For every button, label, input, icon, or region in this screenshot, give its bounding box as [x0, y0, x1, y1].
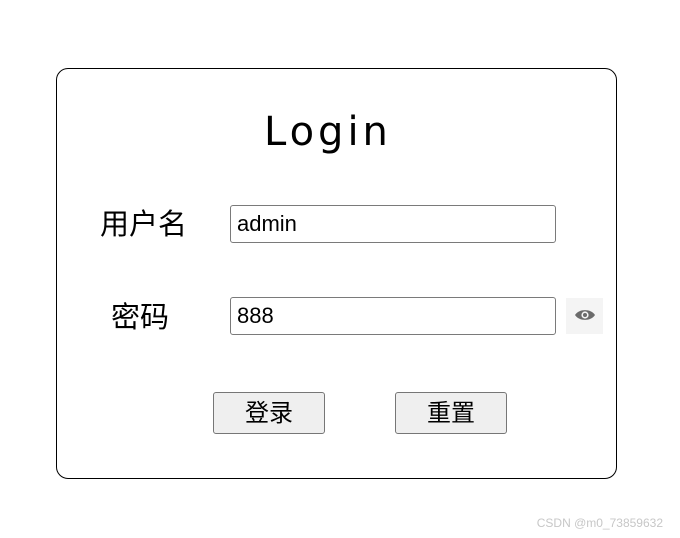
login-title: Login	[264, 109, 392, 155]
password-visibility-toggle[interactable]	[566, 298, 603, 334]
username-input[interactable]	[230, 205, 556, 243]
login-button[interactable]: 登录	[213, 392, 325, 434]
password-input[interactable]	[230, 297, 556, 335]
watermark: CSDN @m0_73859632	[536, 516, 663, 530]
password-label: 密码	[111, 300, 170, 334]
reset-button[interactable]: 重置	[395, 392, 507, 434]
username-label: 用户名	[100, 207, 188, 241]
page: Login 用户名 密码 登录 重置 CSDN @m0_73859632	[0, 0, 680, 538]
eye-icon	[574, 307, 596, 326]
